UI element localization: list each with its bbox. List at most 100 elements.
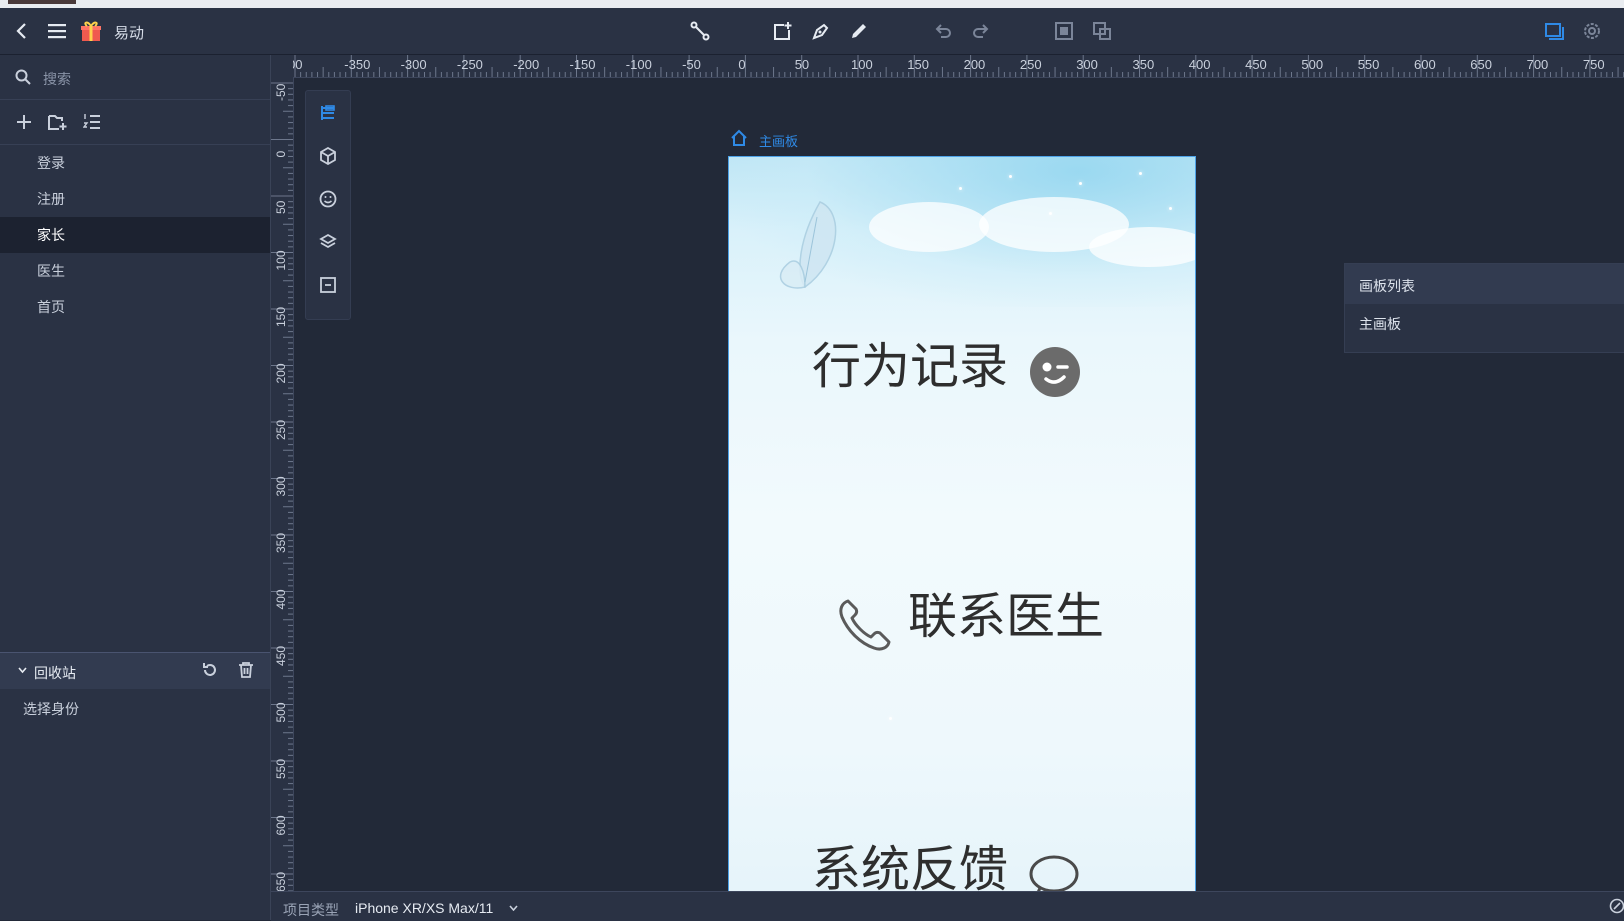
ungroup-icon[interactable] [1090,19,1114,43]
frame-icon[interactable] [316,273,340,297]
add-page-icon[interactable] [770,19,794,43]
top-toolbar: 易动 [0,8,1624,55]
search-input[interactable]: 搜索 [43,69,71,89]
ruler-label: 300 [1076,57,1098,72]
sparkle [1009,175,1012,178]
layers-icon[interactable] [316,230,340,254]
vertical-ruler: -50 0 50 100 150 200 250 300 350 400 450 500 550 600 6… [271,77,294,892]
artboard-main[interactable]: 行为记录 联系医生 系统反馈 [728,156,1196,893]
ruler-label: 650 [274,872,288,892]
butterfly-image [779,201,837,289]
layers-tree-icon[interactable] [316,101,340,125]
ruler-label: 0 [274,151,288,158]
wink-face-icon[interactable] [1029,346,1081,398]
ruler-label: 150 [907,57,929,72]
ruler-label: 650 [1470,57,1492,72]
ruler-corner [271,55,293,77]
behavior-record-label[interactable]: 行为记录 [812,342,1008,391]
pencil-icon[interactable] [847,19,871,43]
sparkle [959,187,962,190]
page-item-parent[interactable]: 家长 [0,217,270,253]
ruler-label: 200 [274,363,288,383]
component-cube-icon[interactable] [316,144,340,168]
ruler-label: 100 [851,57,873,72]
settings-icon[interactable] [1580,19,1604,43]
sidebar-tools [0,100,270,145]
ruler-label: 550 [274,759,288,779]
undo-icon[interactable] [931,19,955,43]
add-folder-icon[interactable] [48,113,68,131]
ruler-label: 500 [274,702,288,722]
status-bar: 项目类型 iPhone XR/XS Max/11 [271,891,1624,921]
ruler-label: 750 [1583,57,1605,72]
ruler-label: -200 [513,57,539,72]
gift-logo-icon [79,19,103,43]
ruler-label: 0 [738,57,745,72]
page-item-login[interactable]: 登录 [0,145,270,181]
project-type-label: 项目类型 [283,902,339,918]
restore-icon[interactable] [202,662,218,678]
ruler-label: 250 [1020,57,1042,72]
screen-view-icon[interactable] [1542,19,1566,43]
ruler-label: -100 [626,57,652,72]
trash-icon[interactable] [238,662,254,678]
ruler-label: 350 [274,533,288,553]
pages-sidebar: 搜索 登录 注册 家长 医生 首页 回收站 选择身份 [0,55,271,920]
page-item-doctor[interactable]: 医生 [0,253,270,289]
search-icon [15,69,31,85]
ruler-label: 500 [1301,57,1323,72]
sparkle [1169,207,1172,210]
menu-icon[interactable] [45,19,69,43]
phone-icon[interactable] [836,597,892,653]
feedback-icon[interactable] [1609,898,1624,914]
project-type-select[interactable]: iPhone XR/XS Max/11 [355,900,493,916]
ruler-label: 50 [795,57,809,72]
ruler-label: -250 [457,57,483,72]
ruler-label: 450 [274,646,288,666]
recycle-bin-header[interactable]: 回收站 [0,652,270,689]
artboard-list-title: 画板列表 [1359,278,1415,294]
home-icon [731,129,747,146]
horizontal-ruler: 00 -350 -300 -250 -200 -150 -100 -50 0 50 100 150 20… [271,55,1624,78]
sparkle [1139,172,1142,175]
group-icon[interactable] [1052,19,1076,43]
canvas-tool-panel [305,90,351,320]
chat-bubble-icon[interactable] [1028,854,1080,893]
contact-doctor-label[interactable]: 联系医生 [908,592,1104,641]
back-icon[interactable] [10,19,34,43]
ruler-label: 50 [274,200,288,214]
recycle-bin-title: 回收站 [34,665,76,681]
tab-thumbnail[interactable] [8,0,76,4]
system-feedback-label[interactable]: 系统反馈 [812,845,1008,892]
ruler-label: 550 [1358,57,1380,72]
ruler-label: -150 [570,57,596,72]
sparkle [1049,212,1052,215]
ruler-label: -300 [401,57,427,72]
ruler-label: 150 [274,307,288,327]
ordered-list-icon[interactable] [83,113,101,131]
artboard-name: 主画板 [759,134,799,149]
artboard-list-item[interactable]: 主画板 [1359,314,1401,334]
sparkle [1079,182,1082,185]
chevron-down-icon[interactable] [509,905,518,911]
browser-strip [0,0,1624,8]
ruler-label: 200 [964,57,986,72]
artboard-list-panel: 画板列表 主画板 [1344,263,1624,353]
ruler-label: 400 [1189,57,1211,72]
ruler-label: 700 [1527,57,1549,72]
artboard-list-header: 画板列表 [1345,264,1624,304]
app-title: 易动 [114,25,145,42]
add-page-plus-icon[interactable] [16,114,32,130]
smiley-icon[interactable] [316,187,340,211]
chevron-down-icon [18,667,27,674]
page-item-home[interactable]: 首页 [0,289,270,325]
ruler-label: 450 [1245,57,1267,72]
search-bar[interactable]: 搜索 [0,55,270,100]
link-icon[interactable] [688,19,712,43]
pen-tool-icon[interactable] [809,19,833,43]
page-item-register[interactable]: 注册 [0,181,270,217]
ruler-label: -350 [344,57,370,72]
ruler-label: 250 [274,420,288,440]
redo-icon[interactable] [969,19,993,43]
recycle-item[interactable]: 选择身份 [23,699,79,719]
